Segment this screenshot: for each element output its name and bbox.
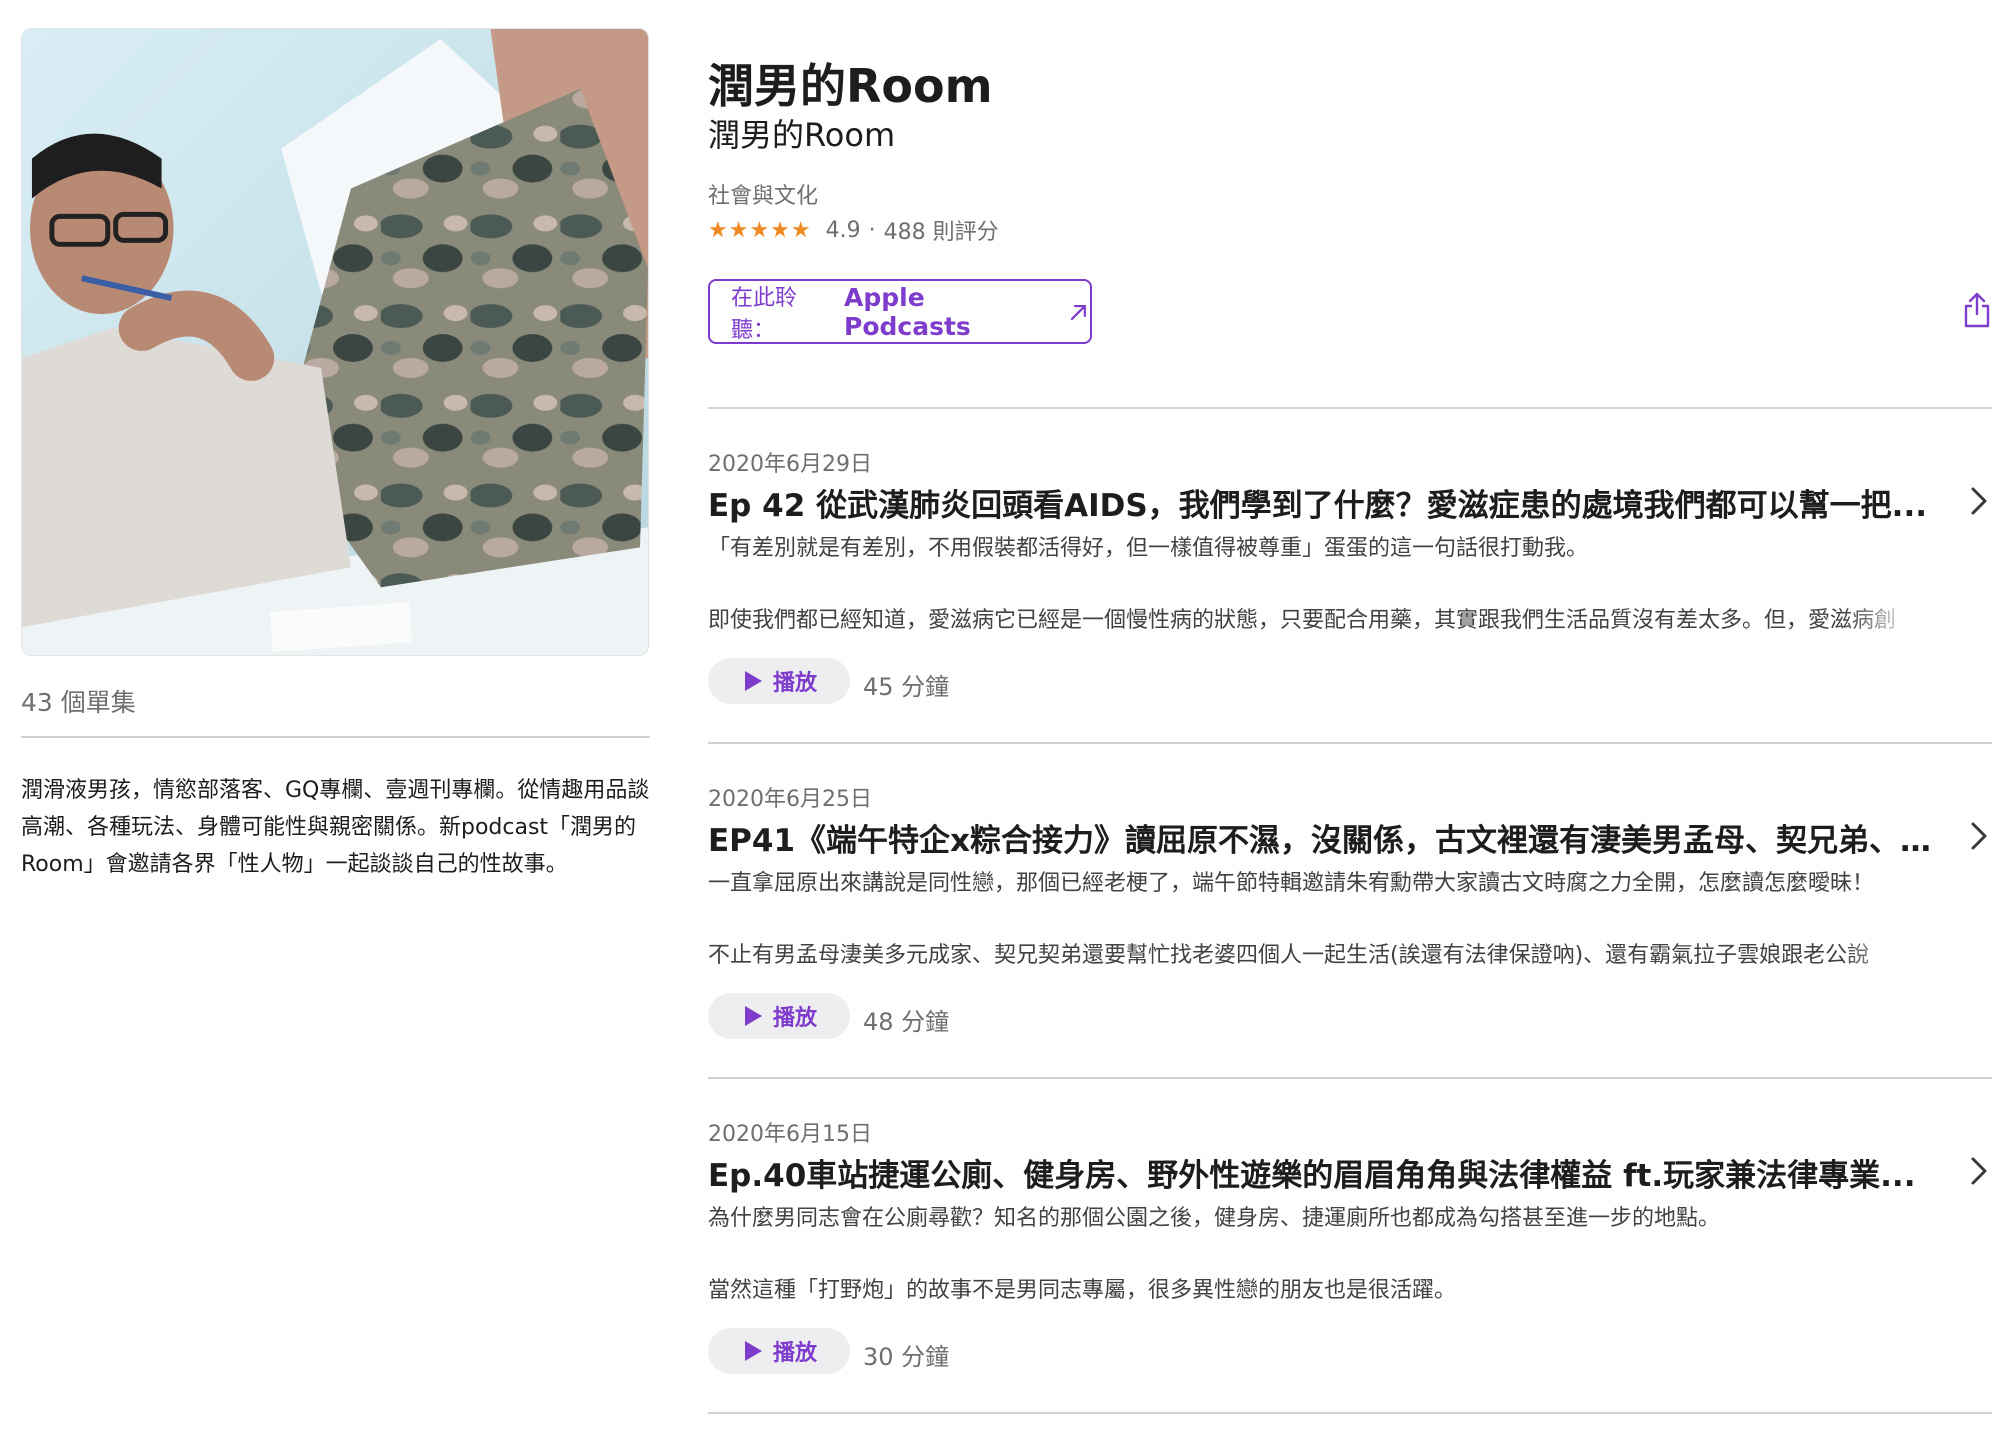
episode-item[interactable]: 2020年6月15日 Ep.40車站捷運公廁、健身房、野外性遊樂的眉眉角角與法律… — [708, 1116, 1992, 1436]
episode-item[interactable]: 2020年6月25日 EP41《端午特企x粽合接力》讀屈原不濕，沒關係，古文裡還… — [708, 781, 1992, 1101]
podcast-author[interactable]: 潤男的Room — [708, 110, 895, 156]
podcast-category[interactable]: 社會與文化 — [708, 178, 818, 210]
episode-duration: 30 分鐘 — [863, 1343, 950, 1371]
episode-duration: 45 分鐘 — [863, 673, 950, 701]
episode-title[interactable]: EP41《端午特企x粽合接力》讀屈原不濕，沒關係，古文裡還有淒美男孟母、契兄弟、… — [708, 815, 1938, 860]
divider — [708, 742, 1992, 744]
chevron-right-icon[interactable] — [1970, 1154, 1988, 1188]
play-button[interactable]: 播放 — [708, 1328, 850, 1374]
rating-value: 4.9 — [825, 217, 861, 243]
podcast-description: 潤滑液男孩，情慾部落客、GQ專欄、壹週刊專欄。從情趣用品談高潮、各種玩法、身體可… — [21, 778, 650, 877]
divider — [708, 407, 1992, 409]
episode-title[interactable]: Ep.40車站捷運公廁、健身房、野外性遊樂的眉眉角角與法律權益 ft.玩家兼法律… — [708, 1150, 1938, 1195]
podcast-title: 潤男的Room — [708, 59, 993, 113]
episode-description: 當然這種「打野炮」的故事不是男同志專屬，很多異性戀的朋友也是很活躍。 — [708, 1278, 1457, 1303]
episode-description: 為什麼男同志會在公廁尋歡？知名的那個公園之後，健身房、捷運廁所也都成為勾搭甚至進… — [708, 1206, 1721, 1231]
episode-date: 2020年6月15日 — [708, 1122, 872, 1147]
play-label: 播放 — [773, 1341, 818, 1366]
divider — [708, 1077, 1992, 1079]
divider — [21, 736, 650, 738]
chevron-right-icon[interactable] — [1970, 819, 1988, 853]
listen-app-name: Apple Podcasts — [844, 282, 971, 341]
divider — [708, 1412, 1992, 1414]
episode-title[interactable]: Ep 42 從武漢肺炎回頭看AIDS，我們學到了什麼？愛滋症患的處境我們都可以幫… — [708, 480, 1938, 525]
episode-date: 2020年6月25日 — [708, 787, 872, 812]
arrow-up-right-icon — [1071, 304, 1087, 320]
rating-count: 488 則評分 — [883, 220, 999, 245]
rating: ★★★★★ 4.9 · 488 則評分 — [708, 214, 999, 246]
listen-prefix: 在此聆聽： — [731, 285, 798, 343]
play-icon — [745, 1341, 762, 1361]
episode-count: 43 個單集 — [21, 688, 136, 717]
play-icon — [745, 1006, 762, 1026]
share-icon[interactable] — [1962, 290, 1992, 330]
play-icon — [745, 671, 762, 691]
episode-date: 2020年6月29日 — [708, 452, 872, 477]
star-icon: ★★★★★ — [708, 217, 812, 243]
play-label: 播放 — [773, 1006, 818, 1031]
chevron-right-icon[interactable] — [1970, 484, 1988, 518]
episode-description: 不止有男孟母淒美多元成家、契兄契弟還要幫忙找老婆四個人一起生活(誒還有法律保證吶… — [708, 943, 1870, 968]
play-button[interactable]: 播放 — [708, 993, 850, 1039]
play-button[interactable]: 播放 — [708, 658, 850, 704]
episode-duration: 48 分鐘 — [863, 1008, 950, 1036]
podcast-artwork — [21, 28, 649, 656]
episode-description: 「有差別就是有差別，不用假裝都活得好，但一樣值得被尊重」蛋蛋的這一句話很打動我。 — [708, 536, 1589, 561]
episode-item[interactable]: 2020年6月29日 Ep 42 從武漢肺炎回頭看AIDS，我們學到了什麼？愛滋… — [708, 446, 1992, 766]
play-label: 播放 — [773, 671, 818, 696]
listen-on-apple-podcasts-button[interactable]: 在此聆聽： Apple Podcasts — [708, 279, 1092, 344]
episode-description: 即使我們都已經知道，愛滋病它已經是一個慢性病的狀態，只要配合用藥，其實跟我們生活… — [708, 608, 1897, 633]
rating-separator: · — [868, 217, 876, 243]
episode-description: 一直拿屈原出來講說是同性戀，那個已經老梗了，端午節特輯邀請朱宥勳帶大家讀古文時腐… — [708, 871, 1875, 896]
